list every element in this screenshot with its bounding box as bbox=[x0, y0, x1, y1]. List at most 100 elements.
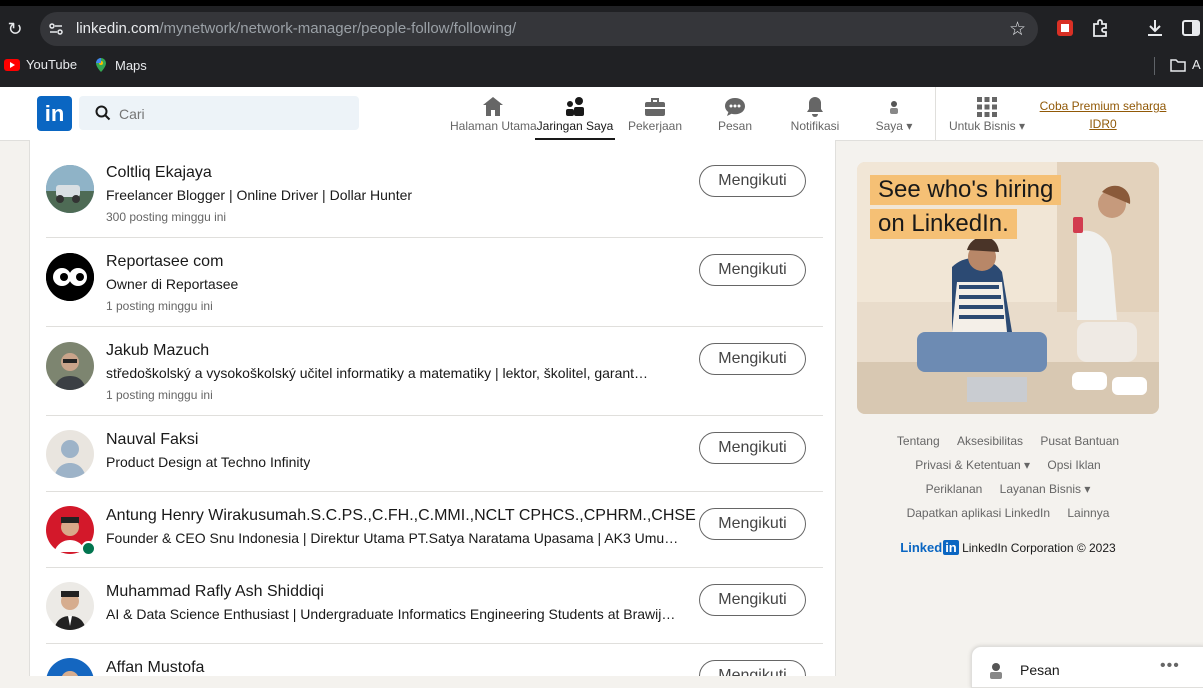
extensions-puzzle-icon[interactable] bbox=[1090, 17, 1112, 39]
list-item: Coltliq Ekajaya Freelancer Blogger | Onl… bbox=[46, 140, 823, 238]
search-input[interactable] bbox=[117, 102, 341, 126]
footer-link-ad-choices[interactable]: Opsi Iklan bbox=[1047, 458, 1100, 472]
person-headline: středoškolský a vysokoškolský učitel inf… bbox=[106, 365, 649, 381]
person-name[interactable]: Antung Henry Wirakusumah.S.C.PS.,C.FH.,C… bbox=[106, 507, 696, 525]
person-name[interactable]: Affan Mustofa bbox=[106, 659, 204, 676]
address-bar[interactable]: linkedin.com/mynetwork/network-manager/p… bbox=[40, 12, 1038, 46]
online-status-icon bbox=[81, 541, 96, 556]
person-name[interactable]: Coltliq Ekajaya bbox=[106, 164, 212, 182]
nav-notifications[interactable]: Notifikasi bbox=[782, 87, 848, 140]
following-button[interactable]: Mengikuti bbox=[699, 165, 806, 197]
nav-messaging[interactable]: Pesan bbox=[705, 87, 765, 140]
person-name[interactable]: Muhammad Rafly Ash Shiddiqi bbox=[106, 583, 324, 601]
messaging-overlay[interactable]: Pesan ••• bbox=[971, 646, 1203, 688]
avatar[interactable] bbox=[46, 506, 96, 556]
nav-label: Halaman Utama bbox=[450, 119, 537, 133]
person-headline: Owner di Reportasee bbox=[106, 276, 239, 292]
list-item: Reportasee com Owner di Reportasee 1 pos… bbox=[46, 237, 823, 327]
youtube-icon bbox=[4, 58, 20, 71]
person-headline: Product Design at Techno Infinity bbox=[106, 454, 311, 470]
jobs-icon bbox=[645, 98, 665, 116]
bookmark-maps[interactable]: Maps bbox=[93, 57, 147, 73]
copyright-text: LinkedIn Corporation © 2023 bbox=[962, 541, 1116, 555]
list-item: Muhammad Rafly Ash Shiddiqi AI & Data Sc… bbox=[46, 567, 823, 644]
person-headline: Founder & CEO Snu Indonesia | Direktur U… bbox=[106, 530, 681, 546]
list-item: Antung Henry Wirakusumah.S.C.PS.,C.FH.,C… bbox=[46, 491, 823, 568]
footer-link-advertising[interactable]: Periklanan bbox=[926, 482, 983, 496]
following-button[interactable]: Mengikuti bbox=[699, 432, 806, 464]
following-button[interactable]: Mengikuti bbox=[699, 254, 806, 286]
bookmark-separator bbox=[1154, 57, 1155, 75]
hiring-ad-banner[interactable]: See who's hiring on LinkedIn. bbox=[857, 162, 1159, 414]
nav-label: Untuk Bisnis ▾ bbox=[948, 119, 1026, 133]
chevron-down-icon: ▾ bbox=[906, 119, 913, 133]
maps-icon bbox=[96, 58, 106, 72]
following-button[interactable]: Mengikuti bbox=[699, 584, 806, 616]
following-button[interactable]: Mengikuti bbox=[699, 508, 806, 540]
bookmark-star-icon[interactable]: ☆ bbox=[1009, 18, 1026, 41]
reload-icon[interactable]: ↻ bbox=[4, 18, 26, 40]
bookmark-youtube[interactable]: YouTube bbox=[4, 57, 77, 72]
chevron-down-icon: ▾ bbox=[1019, 119, 1026, 133]
footer-link-business-services[interactable]: Layanan Bisnis ▾ bbox=[1000, 482, 1091, 496]
linkedin-logo[interactable]: in bbox=[37, 96, 72, 131]
site-info-icon[interactable] bbox=[48, 21, 64, 37]
bell-icon bbox=[807, 97, 823, 117]
list-item: Affan Mustofa Mengikuti bbox=[46, 643, 823, 676]
person-name[interactable]: Reportasee com bbox=[106, 253, 223, 271]
messaging-avatar-icon bbox=[990, 663, 1002, 679]
following-button[interactable]: Mengikuti bbox=[699, 343, 806, 375]
person-headline: AI & Data Science Enthusiast | Undergrad… bbox=[106, 606, 681, 622]
avatar[interactable] bbox=[46, 342, 94, 390]
nav-jobs[interactable]: Pekerjaan bbox=[620, 87, 690, 140]
tab-strip bbox=[0, 0, 1203, 6]
bookmark-label: YouTube bbox=[26, 57, 78, 72]
footer-link-get-app[interactable]: Dapatkan aplikasi LinkedIn bbox=[907, 506, 1050, 520]
nav-label: Pesan bbox=[717, 119, 753, 133]
nav-home[interactable]: Halaman Utama bbox=[450, 87, 537, 140]
ad-headline-line1: See who's hiring bbox=[870, 175, 1062, 205]
avatar[interactable] bbox=[46, 430, 94, 478]
following-button[interactable]: Mengikuti bbox=[699, 660, 806, 676]
more-options-icon[interactable]: ••• bbox=[1160, 657, 1180, 675]
linkedin-header: in Halaman Utama Jaringan Saya Pekerjaan… bbox=[0, 87, 1203, 141]
try-premium-link[interactable]: Coba Premium seharga IDR0 bbox=[1038, 97, 1168, 133]
nav-label: Saya ▾ bbox=[875, 119, 913, 133]
nav-label: Pekerjaan bbox=[627, 119, 683, 133]
footer-link-accessibility[interactable]: Aksesibilitas bbox=[957, 434, 1023, 448]
other-bookmarks[interactable]: A bbox=[1170, 57, 1201, 72]
person-name[interactable]: Jakub Mazuch bbox=[106, 342, 209, 360]
ad-headline-line2: on LinkedIn. bbox=[870, 209, 1017, 239]
footer-link-about[interactable]: Tentang bbox=[897, 434, 940, 448]
copyright: Linked in LinkedIn Corporation © 2023 bbox=[857, 540, 1159, 555]
extension-red-icon[interactable] bbox=[1054, 17, 1076, 39]
bookmarks-bar: YouTube Maps A bbox=[0, 54, 1203, 78]
nav-for-business[interactable]: Untuk Bisnis ▾ bbox=[945, 87, 1029, 140]
bookmark-label: A bbox=[1192, 57, 1201, 72]
following-list: Coltliq Ekajaya Freelancer Blogger | Onl… bbox=[29, 140, 836, 676]
avatar[interactable] bbox=[46, 253, 94, 301]
footer-link-more[interactable]: Lainnya bbox=[1067, 506, 1109, 520]
nav-me[interactable]: Saya ▾ bbox=[866, 87, 922, 140]
bookmark-label: Maps bbox=[115, 57, 147, 73]
avatar[interactable] bbox=[46, 582, 94, 630]
person-headline: Freelancer Blogger | Online Driver | Dol… bbox=[106, 187, 413, 203]
nav-divider bbox=[935, 87, 936, 140]
nav-my-network[interactable]: Jaringan Saya bbox=[535, 87, 615, 140]
person-name[interactable]: Nauval Faksi bbox=[106, 431, 198, 449]
grid-icon bbox=[977, 97, 997, 117]
url-text[interactable]: linkedin.com/mynetwork/network-manager/p… bbox=[76, 20, 516, 37]
person-activity: 1 posting minggu ini bbox=[106, 299, 213, 313]
home-icon bbox=[483, 97, 503, 116]
nav-label: Jaringan Saya bbox=[536, 119, 614, 133]
footer-link-privacy-terms[interactable]: Privasi & Ketentuan ▾ bbox=[915, 458, 1030, 472]
avatar[interactable] bbox=[46, 165, 94, 213]
download-icon[interactable] bbox=[1144, 17, 1166, 39]
footer-link-help-center[interactable]: Pusat Bantuan bbox=[1040, 434, 1119, 448]
avatar[interactable] bbox=[46, 658, 94, 676]
side-panel-icon[interactable] bbox=[1180, 17, 1202, 39]
me-avatar-icon bbox=[883, 96, 905, 118]
premium-line2: IDR0 bbox=[1089, 117, 1117, 131]
search-box[interactable] bbox=[79, 96, 359, 130]
person-activity: 300 posting minggu ini bbox=[106, 210, 227, 224]
